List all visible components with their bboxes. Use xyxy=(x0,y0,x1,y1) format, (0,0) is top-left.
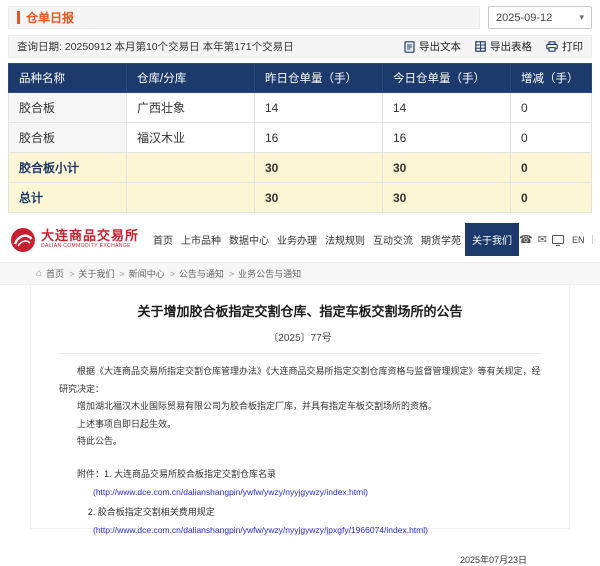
breadcrumb-notices[interactable]: 公告与通知 xyxy=(179,267,234,280)
dce-logo-text: 大连商品交易所 DALIAN COMMODITY EXCHANGE xyxy=(41,229,139,250)
breadcrumb-business-notices[interactable]: 业务公告与通知 xyxy=(238,267,301,280)
header-yesterday: 昨日仓单量（手） xyxy=(255,64,383,93)
export-table-label: 导出表格 xyxy=(490,39,532,54)
nav-item-data-center[interactable]: 数据中心 xyxy=(225,223,273,256)
header-today: 今日仓单量（手） xyxy=(383,64,511,93)
announcement-article: 关于增加胶合板指定交割仓库、指定车板交割场所的公告 〔2025〕77号 根据《大… xyxy=(30,285,570,529)
export-text-button[interactable]: 导出文本 xyxy=(404,39,461,54)
cell-warehouse: 福汉木业 xyxy=(127,123,255,153)
report-titlebar: 仓单日报 2025-09-12 ▾ xyxy=(8,6,592,29)
article-paragraph: 根据《大连商品交易所指定交割仓库管理办法》《大连商品交易所指定交割仓库资格与监督… xyxy=(59,363,541,398)
header-variety: 品种名称 xyxy=(9,64,127,93)
date-dropdown-value: 2025-09-12 xyxy=(496,12,552,24)
dce-logo[interactable]: 大连商品交易所 DALIAN COMMODITY EXCHANGE xyxy=(10,227,139,253)
total-label: 总计 xyxy=(9,183,127,213)
subtotal-change: 0 xyxy=(511,153,592,183)
print-label: 打印 xyxy=(562,39,583,54)
article-paragraph: 增加湖北福汉木业国际贸易有限公司为胶合板指定厂库，并具有指定车板交割场所的资格。 xyxy=(59,398,541,416)
nav-item-business[interactable]: 业务办理 xyxy=(273,223,321,256)
cell-yesterday: 16 xyxy=(255,123,383,153)
print-icon xyxy=(546,41,558,52)
cell-variety: 胶合板 xyxy=(9,123,127,153)
title-accent-bar xyxy=(17,11,20,24)
chevron-down-icon: ▾ xyxy=(579,12,584,23)
export-table-icon xyxy=(475,41,486,52)
home-icon: ⌂ xyxy=(36,268,42,279)
article-body: 根据《大连商品交易所指定交割仓库管理办法》《大连商品交易所指定交割仓库资格与监督… xyxy=(59,363,541,451)
subtotal-label: 胶合板小计 xyxy=(9,153,127,183)
attachment-1: 附件：1. 大连商品交易所胶合板指定交割仓库名录 xyxy=(59,467,541,480)
article-title: 关于增加胶合板指定交割仓库、指定车板交割场所的公告 xyxy=(59,301,541,320)
dce-logo-icon xyxy=(10,227,36,253)
attachment-2-title: 2. 胶合板指定交割相关费用规定 xyxy=(88,505,541,518)
nav-item-about-us[interactable]: 关于我们 xyxy=(465,223,519,256)
date-dropdown[interactable]: 2025-09-12 ▾ xyxy=(488,6,592,29)
total-change: 0 xyxy=(511,183,592,213)
main-nav: 首页 上市品种 数据中心 业务办理 法规规则 互动交流 期货学苑 关于我们 xyxy=(149,223,519,256)
header-tools: ☎ ✉ EN 繁 ≡ xyxy=(519,231,600,248)
nav-item-home[interactable]: 首页 xyxy=(149,223,177,256)
article-paragraph: 特此公告。 xyxy=(59,433,541,451)
nav-item-listed-products[interactable]: 上市品种 xyxy=(177,223,225,256)
warehouse-receipt-table: 品种名称 仓库/分库 昨日仓单量（手） 今日仓单量（手） 增减（手） 胶合板 广… xyxy=(8,63,592,213)
table-row: 胶合板 福汉木业 16 16 0 xyxy=(9,123,592,153)
cell-warehouse: 广西壮象 xyxy=(127,93,255,123)
export-table-button[interactable]: 导出表格 xyxy=(475,39,532,54)
logo-name-cn: 大连商品交易所 xyxy=(41,229,139,244)
export-text-label: 导出文本 xyxy=(419,39,461,54)
attachment-1-title: 1. 大连商品交易所胶合板指定交割仓库名录 xyxy=(104,469,276,479)
breadcrumb-news-center[interactable]: 新闻中心 xyxy=(129,267,175,280)
export-text-icon xyxy=(404,41,415,53)
cell-change: 0 xyxy=(511,123,592,153)
report-title: 仓单日报 xyxy=(26,9,74,26)
attachments-label: 附件： xyxy=(77,469,104,479)
nav-item-academy[interactable]: 期货学苑 xyxy=(417,223,465,256)
total-today: 30 xyxy=(383,183,511,213)
breadcrumb: ⌂ 首页 关于我们 新闻中心 公告与通知 业务公告与通知 xyxy=(0,262,600,285)
article-paragraph: 上述事项自即日起生效。 xyxy=(59,416,541,434)
cell-today: 14 xyxy=(383,93,511,123)
subtotal-yesterday: 30 xyxy=(255,153,383,183)
attachment-2-link[interactable]: (http://www.dce.com.cn/dalianshangpin/yw… xyxy=(93,525,541,535)
attachments: 附件：1. 大连商品交易所胶合板指定交割仓库名录 (http://www.dce… xyxy=(59,467,541,535)
cell-yesterday: 14 xyxy=(255,93,383,123)
divider xyxy=(592,235,593,244)
query-info: 查询日期: 20250912 本月第10个交易日 本年第171个交易日 xyxy=(17,39,294,54)
print-button[interactable]: 打印 xyxy=(546,39,583,54)
nav-item-interaction[interactable]: 互动交流 xyxy=(369,223,417,256)
cell-change: 0 xyxy=(511,93,592,123)
cell-variety: 胶合板 xyxy=(9,93,127,123)
site-header: 大连商品交易所 DALIAN COMMODITY EXCHANGE 首页 上市品… xyxy=(0,213,600,262)
article-doc-number: 〔2025〕77号 xyxy=(59,329,541,354)
breadcrumb-home[interactable]: 首页 xyxy=(46,267,74,280)
table-header-row: 品种名称 仓库/分库 昨日仓单量（手） 今日仓单量（手） 增减（手） xyxy=(9,64,592,93)
phone-icon[interactable]: ☎ xyxy=(519,233,533,246)
logo-name-en: DALIAN COMMODITY EXCHANGE xyxy=(41,244,139,250)
header-warehouse: 仓库/分库 xyxy=(127,64,255,93)
subtotal-today: 30 xyxy=(383,153,511,183)
mail-icon[interactable]: ✉ xyxy=(538,233,547,246)
breadcrumb-about[interactable]: 关于我们 xyxy=(78,267,124,280)
warehouse-receipt-report: 仓单日报 2025-09-12 ▾ 查询日期: 20250912 本月第10个交… xyxy=(0,0,600,213)
header-change: 增减（手） xyxy=(511,64,592,93)
lang-en-toggle[interactable]: EN xyxy=(569,235,588,245)
nav-item-rules[interactable]: 法规规则 xyxy=(321,223,369,256)
subtotal-row: 胶合板小计 30 30 0 xyxy=(9,153,592,183)
query-bar: 查询日期: 20250912 本月第10个交易日 本年第171个交易日 导出文本… xyxy=(8,35,592,58)
table-row: 胶合板 广西壮象 14 14 0 xyxy=(9,93,592,123)
subtotal-empty xyxy=(127,153,255,183)
monitor-icon[interactable] xyxy=(552,235,564,244)
attachment-1-link[interactable]: (http://www.dce.com.cn/dalianshangpin/yw… xyxy=(93,487,541,497)
total-empty xyxy=(127,183,255,213)
report-title-band: 仓单日报 xyxy=(8,6,480,29)
report-actions: 导出文本 导出表格 打印 xyxy=(404,39,583,54)
total-row: 总计 30 30 0 xyxy=(9,183,592,213)
cell-today: 16 xyxy=(383,123,511,153)
total-yesterday: 30 xyxy=(255,183,383,213)
article-date: 2025年07月23日 xyxy=(59,553,541,566)
